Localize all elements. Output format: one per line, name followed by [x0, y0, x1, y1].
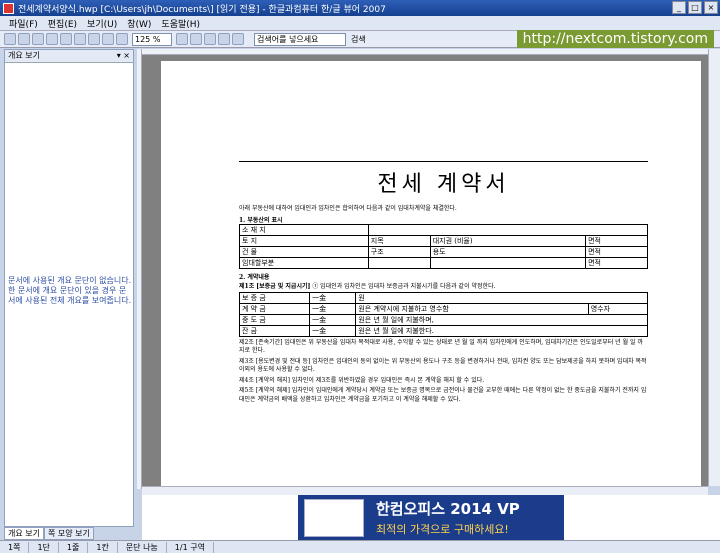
outline-empty-message: 문서에 사용된 개요 문단이 없습니다. 한 문서에 개요 문단이 있을 경우 …	[8, 276, 132, 305]
menu-edit[interactable]: 편집(E)	[43, 17, 82, 30]
ad-banner-area: 한컴오피스 2014 VP 최적의 가격으로 구매하세요!	[142, 495, 720, 540]
cell: 건 물	[239, 246, 369, 258]
cell: 소 재 지	[239, 224, 369, 236]
cell: 계 약 금	[238, 302, 311, 315]
cell: 보 증 금	[238, 291, 311, 304]
section-contract: 2. 계약내용	[239, 274, 270, 281]
cell: 대지권 (비율)	[429, 235, 587, 247]
document-title: 전세 계약서	[377, 172, 510, 197]
fit-page-icon[interactable]	[218, 33, 230, 45]
zoom-select[interactable]: 125 %	[132, 32, 172, 46]
cell: 구조	[367, 246, 431, 258]
cell: 원은 계약시에 지불하고 영수함	[355, 302, 589, 315]
menu-help[interactable]: 도움말(H)	[156, 17, 205, 30]
ad-subtext: 최적의 가격으로 구매하세요!	[376, 523, 509, 536]
status-bar: 1쪽 1단 1줄 1칸 문단 나눔 1/1 구역	[0, 540, 720, 553]
paragraph-2: 제2조 [존속기간] 임대인은 위 부동산을 임대차 목적대로 사용, 수익할 …	[239, 338, 643, 355]
page-icon[interactable]	[102, 33, 114, 45]
status-line: 1줄	[59, 541, 89, 553]
article-1-text: ① 임대인과 임차인은 임대차 보증금과 지불시기를 다음과 같이 약정한다.	[312, 283, 496, 290]
menu-file[interactable]: 파일(F)	[4, 17, 43, 30]
section-property: 1. 부동산의 표시	[239, 217, 283, 224]
tab-outline[interactable]: 개요 보기	[4, 527, 44, 540]
cell: 면적	[585, 235, 648, 247]
zoom-in-icon[interactable]	[176, 33, 188, 45]
find-icon[interactable]	[60, 33, 72, 45]
zoom-out-icon[interactable]	[190, 33, 202, 45]
cell: 지목	[367, 235, 431, 247]
hand-tool-icon[interactable]	[116, 33, 128, 45]
web-icon[interactable]	[232, 33, 244, 45]
cell: 원	[355, 291, 648, 304]
document-view[interactable]: 전세 계약서 아래 부동산에 대하여 임대인과 임차인은 합의하여 다음과 같이…	[142, 55, 708, 486]
document-page: 전세 계약서 아래 부동산에 대하여 임대인과 임차인은 합의하여 다음과 같이…	[161, 61, 701, 486]
hancom-ad-banner[interactable]: 한컴오피스 2014 VP 최적의 가격으로 구매하세요!	[298, 495, 564, 540]
cell: 一金	[309, 324, 357, 337]
property-table: 소 재 지 토 지 지목 대지권 (비율) 면적 건 물 구조 용도 면적 임대할부분 면적	[239, 224, 649, 269]
cell: 잔 금	[238, 324, 311, 337]
cell: 영수자	[587, 302, 649, 315]
maximize-button[interactable]: □	[688, 1, 702, 14]
paragraph-4: 제4조 [계약의 해지] 임차인이 제3조를 위반하였을 경우 임대인은 즉시 …	[239, 376, 485, 384]
status-char: 1칸	[88, 541, 118, 553]
cell: 면적	[585, 257, 648, 269]
copy-icon[interactable]	[46, 33, 58, 45]
cell: 원은 년 월 일에 지불하며,	[355, 313, 648, 326]
window-title: 전세계약서양식.hwp [C:\Users\jh\Documents\] [읽기…	[18, 4, 386, 15]
fit-width-icon[interactable]	[204, 33, 216, 45]
document-intro: 아래 부동산에 대하여 임대인과 임차인은 합의하여 다음과 같이 임대차계약을…	[239, 205, 457, 212]
menu-bar: 파일(F) 편집(E) 보기(U) 창(W) 도움말(H)	[0, 16, 720, 31]
status-page: 1쪽	[0, 541, 30, 553]
hwp-app-icon	[3, 2, 14, 14]
outline-panel: 개요 보기 ▾ × 문서에 사용된 개요 문단이 없습니다. 한 문서에 개요 …	[4, 49, 134, 527]
paragraph-3: 제3조 [용도변경 및 전대 등] 임차인은 임대인의 동의 없이는 위 부동산…	[239, 357, 647, 374]
cell: 중 도 금	[238, 313, 311, 326]
outline-panel-header: 개요 보기 ▾ ×	[5, 50, 133, 63]
print-icon[interactable]	[18, 33, 30, 45]
prev-page-icon[interactable]	[74, 33, 86, 45]
article-1: 제1조 [보증금 및 지급시기] ① 임대인과 임차인은 임대차 보증금과 지불…	[239, 283, 648, 292]
title-bar: 전세계약서양식.hwp [C:\Users\jh\Documents\] [읽기…	[0, 0, 720, 16]
minimize-button[interactable]: _	[672, 1, 686, 14]
ad-headline: 한컴오피스 2014 VP	[376, 500, 520, 518]
horizontal-scrollbar[interactable]	[142, 486, 708, 495]
article-1-heading: 제1조 [보증금 및 지급시기]	[239, 283, 311, 290]
blog-watermark: http://nextcom.tistory.com	[516, 30, 714, 48]
menu-view[interactable]: 보기(U)	[82, 17, 122, 30]
outline-panel-title: 개요 보기	[8, 51, 40, 60]
contract-document: 전세 계약서 아래 부동산에 대하여 임대인과 임차인은 합의하여 다음과 같이…	[238, 161, 649, 404]
search-button[interactable]: 검색	[351, 34, 366, 45]
print-preview-icon[interactable]	[32, 33, 44, 45]
cell: 一金	[309, 302, 357, 315]
vertical-scrollbar[interactable]	[708, 49, 720, 486]
status-section: 1/1 구역	[167, 541, 214, 553]
paragraph-5: 제5조 [계약의 해제] 임차인이 임대인에게 계약당시 계약금 또는 보증금 …	[239, 387, 647, 403]
cell: 토 지	[239, 235, 369, 247]
panel-tabs: 개요 보기 쪽 모양 보기	[4, 527, 134, 540]
tab-page-view[interactable]: 쪽 모양 보기	[43, 527, 94, 540]
cell: 一金	[309, 313, 357, 326]
product-box-image	[304, 498, 364, 537]
status-column: 1단	[29, 541, 59, 553]
payment-table: 보 증 금 一金 원 계 약 금 一金 원은 계약시에 지불하고 영수함 영수자 중 도 …	[238, 291, 649, 337]
cell: 임대할부분	[239, 257, 369, 269]
menu-window[interactable]: 창(W)	[122, 17, 156, 30]
close-button[interactable]: ×	[704, 1, 718, 14]
cell: 一金	[309, 291, 357, 304]
cell: 원은 년 월 일에 지불한다.	[355, 324, 648, 337]
next-page-icon[interactable]	[88, 33, 100, 45]
cell: 면적	[585, 246, 648, 258]
open-icon[interactable]	[4, 33, 16, 45]
close-icon[interactable]: ▾ ×	[117, 50, 130, 62]
status-paragraph: 문단 나눔	[118, 541, 167, 553]
search-input[interactable]: 검색어를 넣으세요	[254, 32, 346, 46]
cell: 용도	[429, 246, 587, 258]
